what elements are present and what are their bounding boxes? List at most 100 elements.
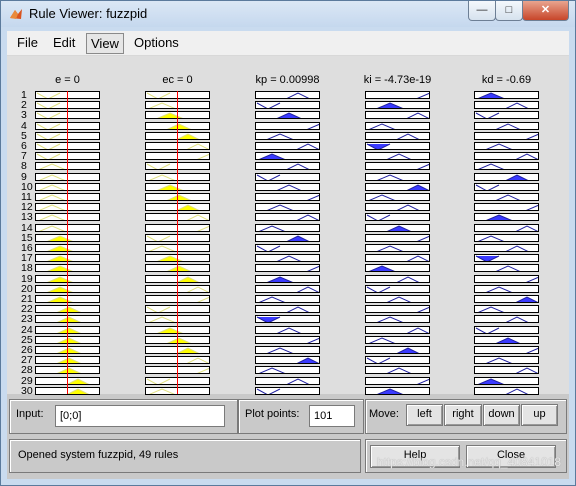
rule-cell[interactable] [255,121,320,130]
rule-cell[interactable] [365,182,430,191]
rule-cell[interactable] [255,131,320,140]
rule-cell[interactable] [474,325,539,334]
rule-cell[interactable] [255,295,320,303]
rule-cell[interactable] [255,366,320,375]
input-vector-field[interactable]: [0;0] [55,405,225,427]
rule-cell[interactable] [365,366,430,375]
rule-cell[interactable] [255,244,320,252]
rule-cell[interactable] [365,346,430,354]
rule-cell[interactable] [474,111,539,120]
rule-cell[interactable] [474,203,539,212]
rule-cell[interactable] [365,315,430,324]
rule-cell[interactable] [365,295,430,303]
input-marker-line[interactable] [177,91,178,394]
rule-cell[interactable] [474,142,539,150]
rule-cell[interactable] [365,233,430,242]
rule-cell[interactable] [255,315,320,324]
rule-cell[interactable] [255,346,320,354]
rule-cell[interactable] [255,284,320,293]
rule-cell[interactable] [365,244,430,252]
rule-cell[interactable] [365,131,430,140]
rule-cell[interactable] [474,152,539,161]
move-left-button[interactable]: left [406,404,443,426]
rule-cell[interactable] [365,203,430,212]
rule-cell[interactable] [255,335,320,344]
rule-cell[interactable] [365,284,430,293]
rule-cell[interactable] [474,315,539,324]
rule-cell[interactable] [474,101,539,110]
rule-cell[interactable] [255,356,320,365]
rule-cell[interactable] [365,223,430,232]
rule-cell[interactable] [474,274,539,283]
rule-cell[interactable] [365,376,430,385]
rule-cell[interactable] [255,101,320,110]
rule-cell[interactable] [474,356,539,365]
rule-cell[interactable] [474,264,539,273]
rule-cell[interactable] [255,172,320,181]
rule-cell[interactable] [365,162,430,171]
rule-cell[interactable] [255,142,320,150]
rule-cell[interactable] [365,335,430,344]
rule-cell[interactable] [474,193,539,201]
rule-cell[interactable] [474,386,539,395]
rule-cell[interactable] [365,142,430,150]
rule-cell[interactable] [474,335,539,344]
rule-cell[interactable] [474,233,539,242]
rule-cell[interactable] [474,131,539,140]
rule-cell[interactable] [255,182,320,191]
rule-cell[interactable] [474,295,539,303]
rule-cell[interactable] [365,121,430,130]
rule-cell[interactable] [255,376,320,385]
minimize-button[interactable]: — [468,1,496,21]
rule-cell[interactable] [474,346,539,354]
rule-cell[interactable] [365,325,430,334]
rule-cell[interactable] [474,91,539,99]
rule-cell[interactable] [365,172,430,181]
rule-cell[interactable] [255,111,320,120]
rule-cell[interactable] [255,274,320,283]
rule-cell[interactable] [255,254,320,263]
menu-options[interactable]: Options [130,33,183,52]
rule-cell[interactable] [474,244,539,252]
rule-cell[interactable] [474,162,539,171]
move-down-button[interactable]: down [483,404,520,426]
rule-plot-area[interactable]: e = 0 ec = 0 kp = 0.00998 ki = -4.73e-19 kd … [7,56,569,396]
rule-cell[interactable] [255,264,320,273]
rule-cell[interactable] [365,356,430,365]
input-marker-line[interactable] [67,91,68,394]
rule-cell[interactable] [255,233,320,242]
move-up-button[interactable]: up [521,404,558,426]
rule-cell[interactable] [255,305,320,314]
rule-cell[interactable] [474,284,539,293]
rule-cell[interactable] [474,366,539,375]
maximize-button[interactable]: □ [495,1,523,21]
rule-cell[interactable] [255,152,320,161]
rule-cell[interactable] [255,203,320,212]
rule-cell[interactable] [255,325,320,334]
rule-cell[interactable] [474,121,539,130]
rule-cell[interactable] [365,305,430,314]
rule-cell[interactable] [365,193,430,201]
rule-cell[interactable] [255,193,320,201]
rule-cell[interactable] [474,254,539,263]
rule-cell[interactable] [255,223,320,232]
rule-cell[interactable] [474,182,539,191]
rule-cell[interactable] [365,264,430,273]
rule-cell[interactable] [255,91,320,99]
close-window-button[interactable]: ✕ [522,1,569,21]
rule-cell[interactable] [255,386,320,395]
rule-cell[interactable] [365,91,430,99]
rule-cell[interactable] [365,386,430,395]
rule-cell[interactable] [365,213,430,222]
rule-cell[interactable] [365,274,430,283]
menu-file[interactable]: File [13,33,42,52]
menu-view[interactable]: View [86,33,124,54]
rule-cell[interactable] [474,305,539,314]
rule-cell[interactable] [474,223,539,232]
move-right-button[interactable]: right [444,404,482,426]
menu-edit[interactable]: Edit [49,33,79,52]
rule-cell[interactable] [365,111,430,120]
rule-cell[interactable] [474,172,539,181]
rule-cell[interactable] [255,162,320,171]
rule-cell[interactable] [365,254,430,263]
